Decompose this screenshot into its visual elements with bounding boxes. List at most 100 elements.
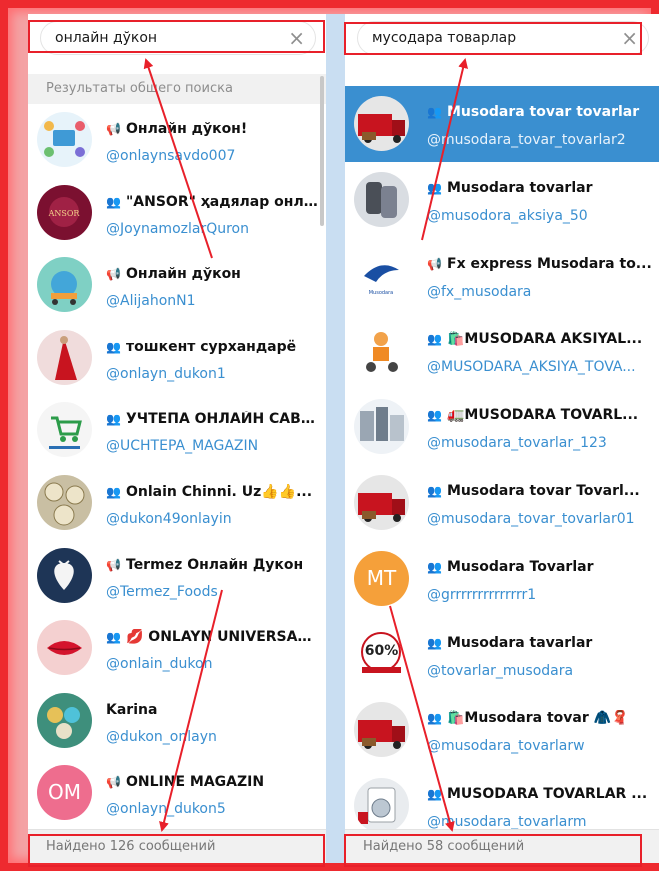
chat-username[interactable]: @dukon49onlayin [106, 511, 320, 527]
list-item[interactable]: 👥 тошкент сурхандарё @onlayn_dukon1 [28, 322, 326, 395]
chat-title: 👥 🛍️Musodara tovar 🧥🧣 [427, 710, 653, 726]
result-list: 📢 Онлайн дўкон! @onlaynsavdo007 ANSOR 👥 "ANSO… [28, 104, 326, 830]
group-icon: 👥 [427, 408, 442, 423]
list-item[interactable]: 60% 👥 Musodara tavarlar @tovarlar_musodara [345, 617, 659, 693]
group-icon: 👥 [106, 339, 121, 354]
avatar [354, 96, 409, 151]
chat-username[interactable]: @musodora_aksiya_50 [427, 208, 653, 224]
chat-title-text: Musodara Tovarlar [447, 558, 594, 575]
chat-username[interactable]: @onlayn_dukon1 [106, 366, 320, 382]
list-item[interactable]: 👥 🛍️MUSODARA AKSIYAL... @MUSODARA_AKSIYA_T… [345, 313, 659, 389]
avatar: 60% [354, 626, 409, 682]
chat-username[interactable]: @onlaynsavdo007 [106, 148, 320, 164]
group-icon: 👥 [106, 630, 121, 645]
chat-username[interactable]: @musodara_tovarlarw [427, 738, 653, 754]
chat-title: 👥 🛍️MUSODARA AKSIYAL... [427, 331, 653, 347]
left-search-panel: онлайн дўкон × Результаты общего поиска … [28, 14, 326, 863]
chat-username[interactable]: @tovarlar_musodara [427, 663, 653, 679]
list-item[interactable]: 👥 🛍️Musodara tovar 🧥🧣 @musodara_tovarlarw [345, 692, 659, 768]
group-icon: 👥 [427, 483, 442, 498]
list-item[interactable]: 👥 💋 ONLAYN UNIVERSAL ... @onlain_dukon [28, 612, 326, 685]
avatar [37, 547, 92, 603]
list-item[interactable]: 👥 Onlain Chinni. Uz👍👍... @dukon49onlayin [28, 467, 326, 540]
list-item[interactable]: 📢 Termez Онлайн Дукон @Termez_Foods [28, 540, 326, 613]
chat-title: 📢 Termez Онлайн Дукон [106, 557, 320, 573]
result-list: 👥 Musodara tovar tovarlar @musodara_tovar_… [345, 86, 659, 844]
search-query: онлайн дўкон [55, 30, 158, 46]
group-icon: 👥 [106, 412, 121, 427]
avatar [37, 257, 92, 313]
group-icon: 👥 [106, 484, 121, 499]
chat-username[interactable]: @AlijahonN1 [106, 293, 320, 309]
chat-title-text: Musodara tovar Tovarl... [447, 482, 640, 499]
avatar [37, 620, 92, 676]
chat-title: 👥 Musodara Tovarlar [427, 559, 653, 575]
group-icon: 👥 [427, 180, 442, 195]
chat-title: 👥 MUSODARA TOVARLAR ... [427, 786, 653, 802]
group-icon: 👥 [427, 105, 442, 119]
close-icon[interactable]: × [288, 22, 305, 54]
megaphone-icon: 📢 [427, 256, 442, 271]
avatar: OM [37, 765, 92, 821]
chat-title: 📢 Онлайн дўкон [106, 266, 320, 282]
close-icon[interactable]: × [621, 22, 638, 54]
chat-username[interactable]: @onlayn_dukon5 [106, 801, 320, 817]
svg-text:Musodara: Musodara [369, 290, 394, 296]
chat-username[interactable]: @fx_musodara [427, 284, 653, 300]
avatar-badge: 60% [364, 642, 399, 659]
chat-title-text: MUSODARA TOVARLAR ... [447, 786, 648, 803]
avatar [37, 402, 92, 458]
chat-username[interactable]: @musodara_tovar_tovarlar2 [427, 132, 653, 148]
list-item[interactable]: Karina @dukon_onlayn [28, 685, 326, 758]
chat-title: 👥 🚛MUSODARA TOVARL... [427, 407, 653, 423]
list-item[interactable]: 👥 Musodara tovar tovarlar @musodara_tovar_… [345, 86, 659, 162]
list-item[interactable]: 👥 УЧТЕПА ОНЛАЙН САВД... @UCHTEPA_MAGAZIN [28, 394, 326, 467]
chat-username[interactable]: @dukon_onlayn [106, 729, 320, 745]
chat-username[interactable]: @musodara_tovarlarm [427, 814, 653, 830]
list-item[interactable]: MT 👥 Musodara Tovarlar @grrrrrrrrrrrrrr1 [345, 541, 659, 617]
avatar: MT [354, 550, 409, 606]
chat-username[interactable]: @musodara_tovarlar_123 [427, 435, 653, 451]
chat-title: 📢 Fx express Musodara to... [427, 256, 653, 272]
chat-title: 👥 УЧТЕПА ОНЛАЙН САВД... [106, 411, 320, 427]
right-search-panel: мусодара товарлар × 👥 Musodara tovar tova… [345, 14, 659, 863]
results-count: Найдено 126 сообщений [28, 829, 326, 863]
chat-username[interactable]: @JoynamozlarQuron [106, 221, 320, 237]
chat-username[interactable]: @MUSODARA_AKSIYA_TOVA... [427, 359, 653, 375]
chat-username[interactable]: @musodara_tovar_tovarlar01 [427, 511, 653, 527]
list-item[interactable]: 📢 Онлайн дўкон @AlijahonN1 [28, 249, 326, 322]
avatar [37, 112, 92, 167]
avatar: ANSOR [37, 184, 92, 240]
chat-title-text: Onlain Chinni. Uz👍👍... [126, 483, 313, 500]
list-item[interactable]: 📢 Онлайн дўкон! @onlaynsavdo007 [28, 104, 326, 177]
chat-title-text: Karina [106, 701, 158, 718]
megaphone-icon: 📢 [106, 267, 121, 282]
chat-title-text: Musodara tovar tovarlar [447, 104, 640, 120]
chat-username[interactable]: @Termez_Foods [106, 584, 320, 600]
chat-username[interactable]: @grrrrrrrrrrrrrr1 [427, 587, 653, 603]
chat-title-text: ONLINE MAGAZIN [126, 774, 265, 791]
chat-username[interactable]: @onlain_dukon [106, 656, 320, 672]
search-input[interactable]: мусодара товарлар × [357, 21, 649, 55]
chat-title-text: 🛍️Musodara tovar 🧥🧣 [447, 710, 629, 727]
chat-title: Karina [106, 702, 320, 718]
chat-title-text: Musodara tovarlar [447, 179, 593, 196]
panel-divider [326, 14, 345, 863]
avatar [354, 702, 409, 758]
avatar [354, 474, 409, 530]
group-icon: 👥 [427, 559, 442, 574]
chat-title-text: УЧТЕПА ОНЛАЙН САВД... [126, 411, 320, 428]
list-item[interactable]: OM 📢 ONLINE MAGAZIN @onlayn_dukon5 [28, 757, 326, 830]
chat-username[interactable]: @UCHTEPA_MAGAZIN [106, 438, 320, 454]
list-item[interactable]: Musodara 📢 Fx express Musodara to... @fx_mu… [345, 238, 659, 314]
list-item[interactable]: 👥 🚛MUSODARA TOVARL... @musodara_tovarlar_1… [345, 389, 659, 465]
results-count: Найдено 58 сообщений [345, 829, 659, 863]
list-item[interactable]: 👥 Musodara tovarlar @musodora_aksiya_50 [345, 162, 659, 238]
list-item[interactable]: 👥 Musodara tovar Tovarl... @musodara_tovar… [345, 465, 659, 541]
chat-title-text: 🚛MUSODARA TOVARL... [447, 407, 639, 424]
list-item[interactable]: ANSOR 👥 "ANSOR" ҳадялар онла... @Joynamozla… [28, 177, 326, 250]
chat-title-text: Musodara tavarlar [447, 634, 593, 651]
chat-title-text: тошкент сурхандарё [126, 338, 297, 355]
avatar [37, 474, 92, 530]
search-input[interactable]: онлайн дўкон × [40, 21, 316, 55]
